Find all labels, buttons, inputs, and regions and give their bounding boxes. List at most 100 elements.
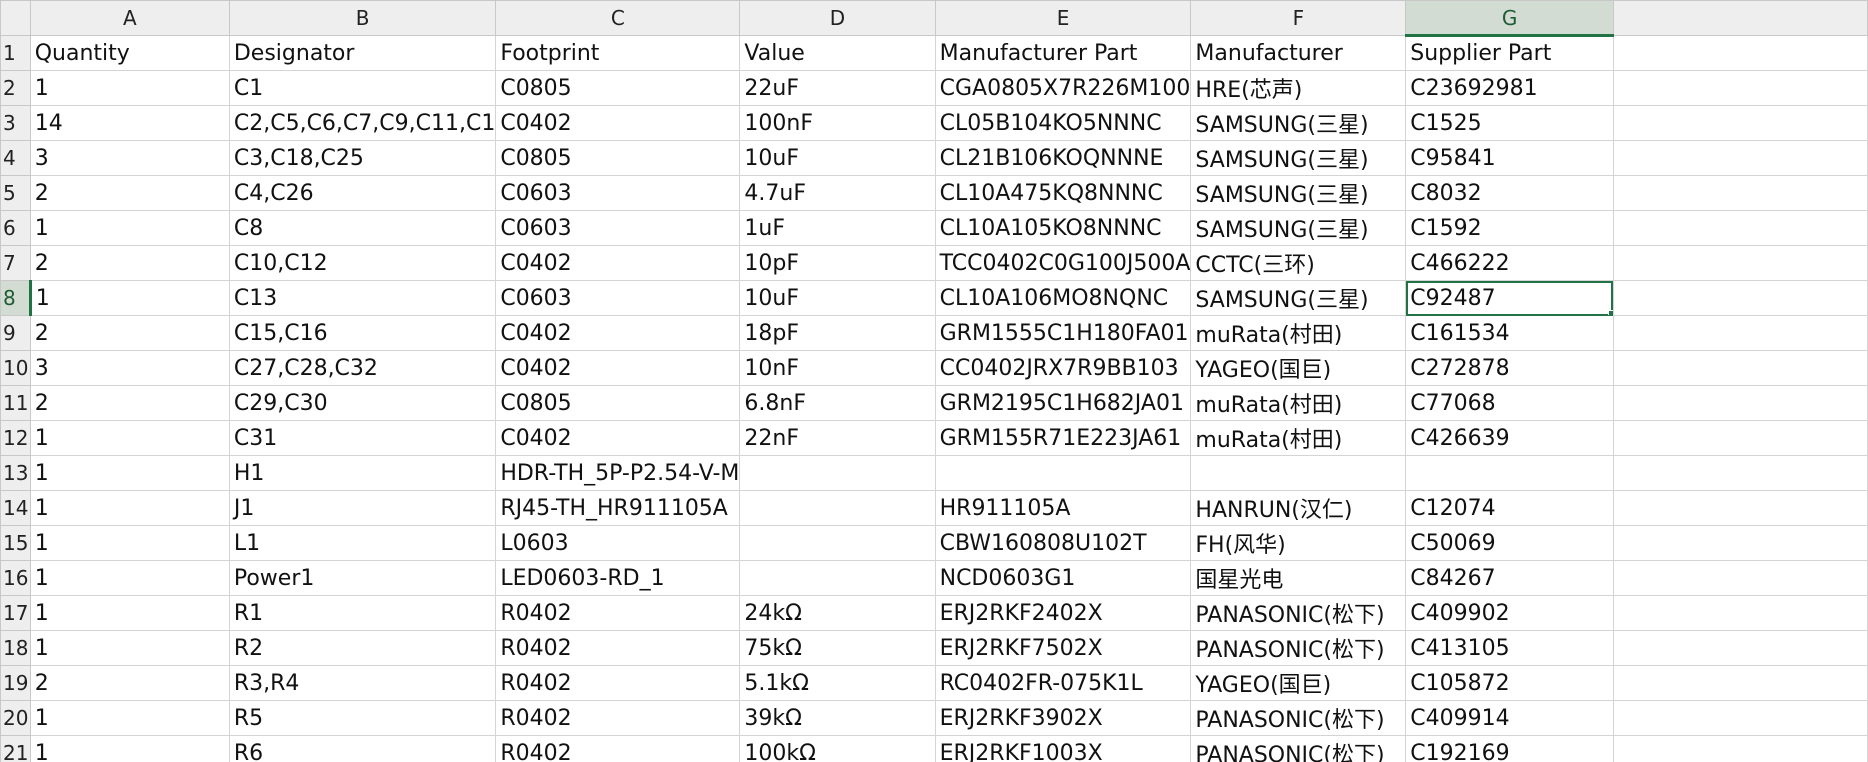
cell[interactable]: 1	[29, 420, 230, 456]
cell[interactable]: 1	[29, 525, 230, 561]
cell[interactable]: C0402	[495, 350, 741, 386]
cell[interactable]: 2	[29, 665, 230, 701]
cell[interactable]: R0402	[495, 735, 741, 762]
cell[interactable]: 75kΩ	[739, 630, 936, 666]
cell[interactable]: 2	[29, 385, 230, 421]
column-header-g[interactable]: G	[1405, 0, 1614, 37]
row-header[interactable]: 2	[0, 70, 31, 106]
cell[interactable]: SAMSUNG(三星)	[1190, 210, 1407, 246]
cell[interactable]: ERJ2RKF7502X	[934, 630, 1192, 666]
cell[interactable]: muRata(村田)	[1190, 315, 1407, 351]
column-header-f[interactable]: F	[1190, 0, 1407, 36]
cell[interactable]: C1	[228, 70, 497, 106]
cell[interactable]: 1	[29, 735, 230, 762]
row-header[interactable]: 12	[0, 420, 31, 456]
cell[interactable]	[1612, 70, 1868, 106]
cell[interactable]: C466222	[1405, 245, 1614, 281]
cell[interactable]: C1525	[1405, 105, 1614, 141]
cell[interactable]: R5	[228, 700, 497, 736]
cell[interactable]: C50069	[1405, 525, 1614, 561]
cell[interactable]: 18pF	[739, 315, 936, 351]
row-header[interactable]: 4	[0, 140, 31, 176]
cell[interactable]: 2	[29, 245, 230, 281]
cell[interactable]: C1592	[1405, 210, 1614, 246]
cell[interactable]	[739, 455, 936, 491]
cell[interactable]	[1612, 105, 1868, 141]
cell[interactable]: C8032	[1405, 175, 1614, 211]
cell[interactable]: 2	[29, 175, 230, 211]
cell[interactable]: R3,R4	[228, 665, 497, 701]
select-all-corner[interactable]	[0, 0, 31, 36]
cell[interactable]	[1612, 385, 1868, 421]
cell[interactable]: C0805	[495, 70, 741, 106]
cell[interactable]: 1	[29, 595, 230, 631]
cell[interactable]: 1	[29, 70, 230, 106]
cell[interactable]: 22uF	[739, 70, 936, 106]
cell[interactable]: HRE(芯声)	[1190, 70, 1407, 106]
cell[interactable]: RC0402FR-075K1L	[934, 665, 1192, 701]
cell[interactable]: 1	[29, 455, 230, 491]
cell[interactable]: ERJ2RKF2402X	[934, 595, 1192, 631]
cell[interactable]: C31	[228, 420, 497, 456]
cell[interactable]: 1	[29, 210, 230, 246]
cell[interactable]: 100nF	[739, 105, 936, 141]
cell[interactable]: 24kΩ	[739, 595, 936, 631]
cell[interactable]: C4,C26	[228, 175, 497, 211]
cell[interactable]	[1612, 140, 1868, 176]
cell[interactable]: R0402	[495, 665, 741, 701]
cell[interactable]: C192169	[1405, 735, 1614, 762]
column-header-e[interactable]: E	[934, 0, 1192, 36]
row-header[interactable]: 16	[0, 560, 31, 596]
cell[interactable]: ERJ2RKF3902X	[934, 700, 1192, 736]
cell[interactable]: Footprint	[495, 35, 741, 71]
cell[interactable]: 4.7uF	[739, 175, 936, 211]
row-header[interactable]: 9	[0, 315, 31, 351]
cell[interactable]	[1612, 210, 1868, 246]
cell[interactable]: Power1	[228, 560, 497, 596]
cell[interactable]: 2	[29, 315, 230, 351]
cell[interactable]: 1	[29, 700, 230, 736]
cell[interactable]: R0402	[495, 700, 741, 736]
column-header-a[interactable]: A	[29, 0, 230, 36]
cell[interactable]: PANASONIC(松下)	[1190, 735, 1407, 762]
cell[interactable]: C426639	[1405, 420, 1614, 456]
cell[interactable]: C27,C28,C32	[228, 350, 497, 386]
cell[interactable]: C0402	[495, 105, 741, 141]
cell[interactable]: 1	[29, 280, 230, 316]
row-header[interactable]: 8	[0, 280, 32, 316]
cell[interactable]: 6.8nF	[739, 385, 936, 421]
cell[interactable]	[1612, 315, 1868, 351]
cell[interactable]: 3	[29, 140, 230, 176]
cell[interactable]: C105872	[1405, 665, 1614, 701]
row-header[interactable]: 11	[0, 385, 31, 421]
cell[interactable]: SAMSUNG(三星)	[1190, 175, 1407, 211]
cell[interactable]: TCC0402C0G100J500A	[934, 245, 1192, 281]
cell[interactable]: GRM1555C1H180FA01	[934, 315, 1192, 351]
cell[interactable]	[934, 455, 1192, 491]
row-header[interactable]: 10	[0, 350, 31, 386]
cell[interactable]	[1612, 35, 1868, 71]
cell[interactable]: 1	[29, 560, 230, 596]
cell[interactable]: 100kΩ	[739, 735, 936, 762]
cell[interactable]: HANRUN(汉仁)	[1190, 490, 1407, 526]
cell[interactable]: H1	[228, 455, 497, 491]
cell[interactable]: 10uF	[739, 140, 936, 176]
cell[interactable]: ERJ2RKF1003X	[934, 735, 1192, 762]
row-header[interactable]: 15	[0, 525, 31, 561]
cell[interactable]	[1612, 175, 1868, 211]
cell[interactable]: 10uF	[739, 280, 936, 316]
cell[interactable]: C413105	[1405, 630, 1614, 666]
cell[interactable]: 14	[29, 105, 230, 141]
cell[interactable]	[1612, 420, 1868, 456]
cell[interactable]: CC0402JRX7R9BB103	[934, 350, 1192, 386]
cell[interactable]: Manufacturer Part	[934, 35, 1192, 71]
cell[interactable]: C0402	[495, 420, 741, 456]
cell[interactable]: LED0603-RD_1	[495, 560, 741, 596]
active-cell[interactable]: C92487	[1405, 280, 1614, 316]
row-header[interactable]: 21	[0, 735, 31, 762]
cell[interactable]: C29,C30	[228, 385, 497, 421]
row-header[interactable]: 13	[0, 455, 31, 491]
cell[interactable]: L1	[228, 525, 497, 561]
cell[interactable]: C0603	[495, 175, 741, 211]
cell[interactable]: GRM2195C1H682JA01	[934, 385, 1192, 421]
